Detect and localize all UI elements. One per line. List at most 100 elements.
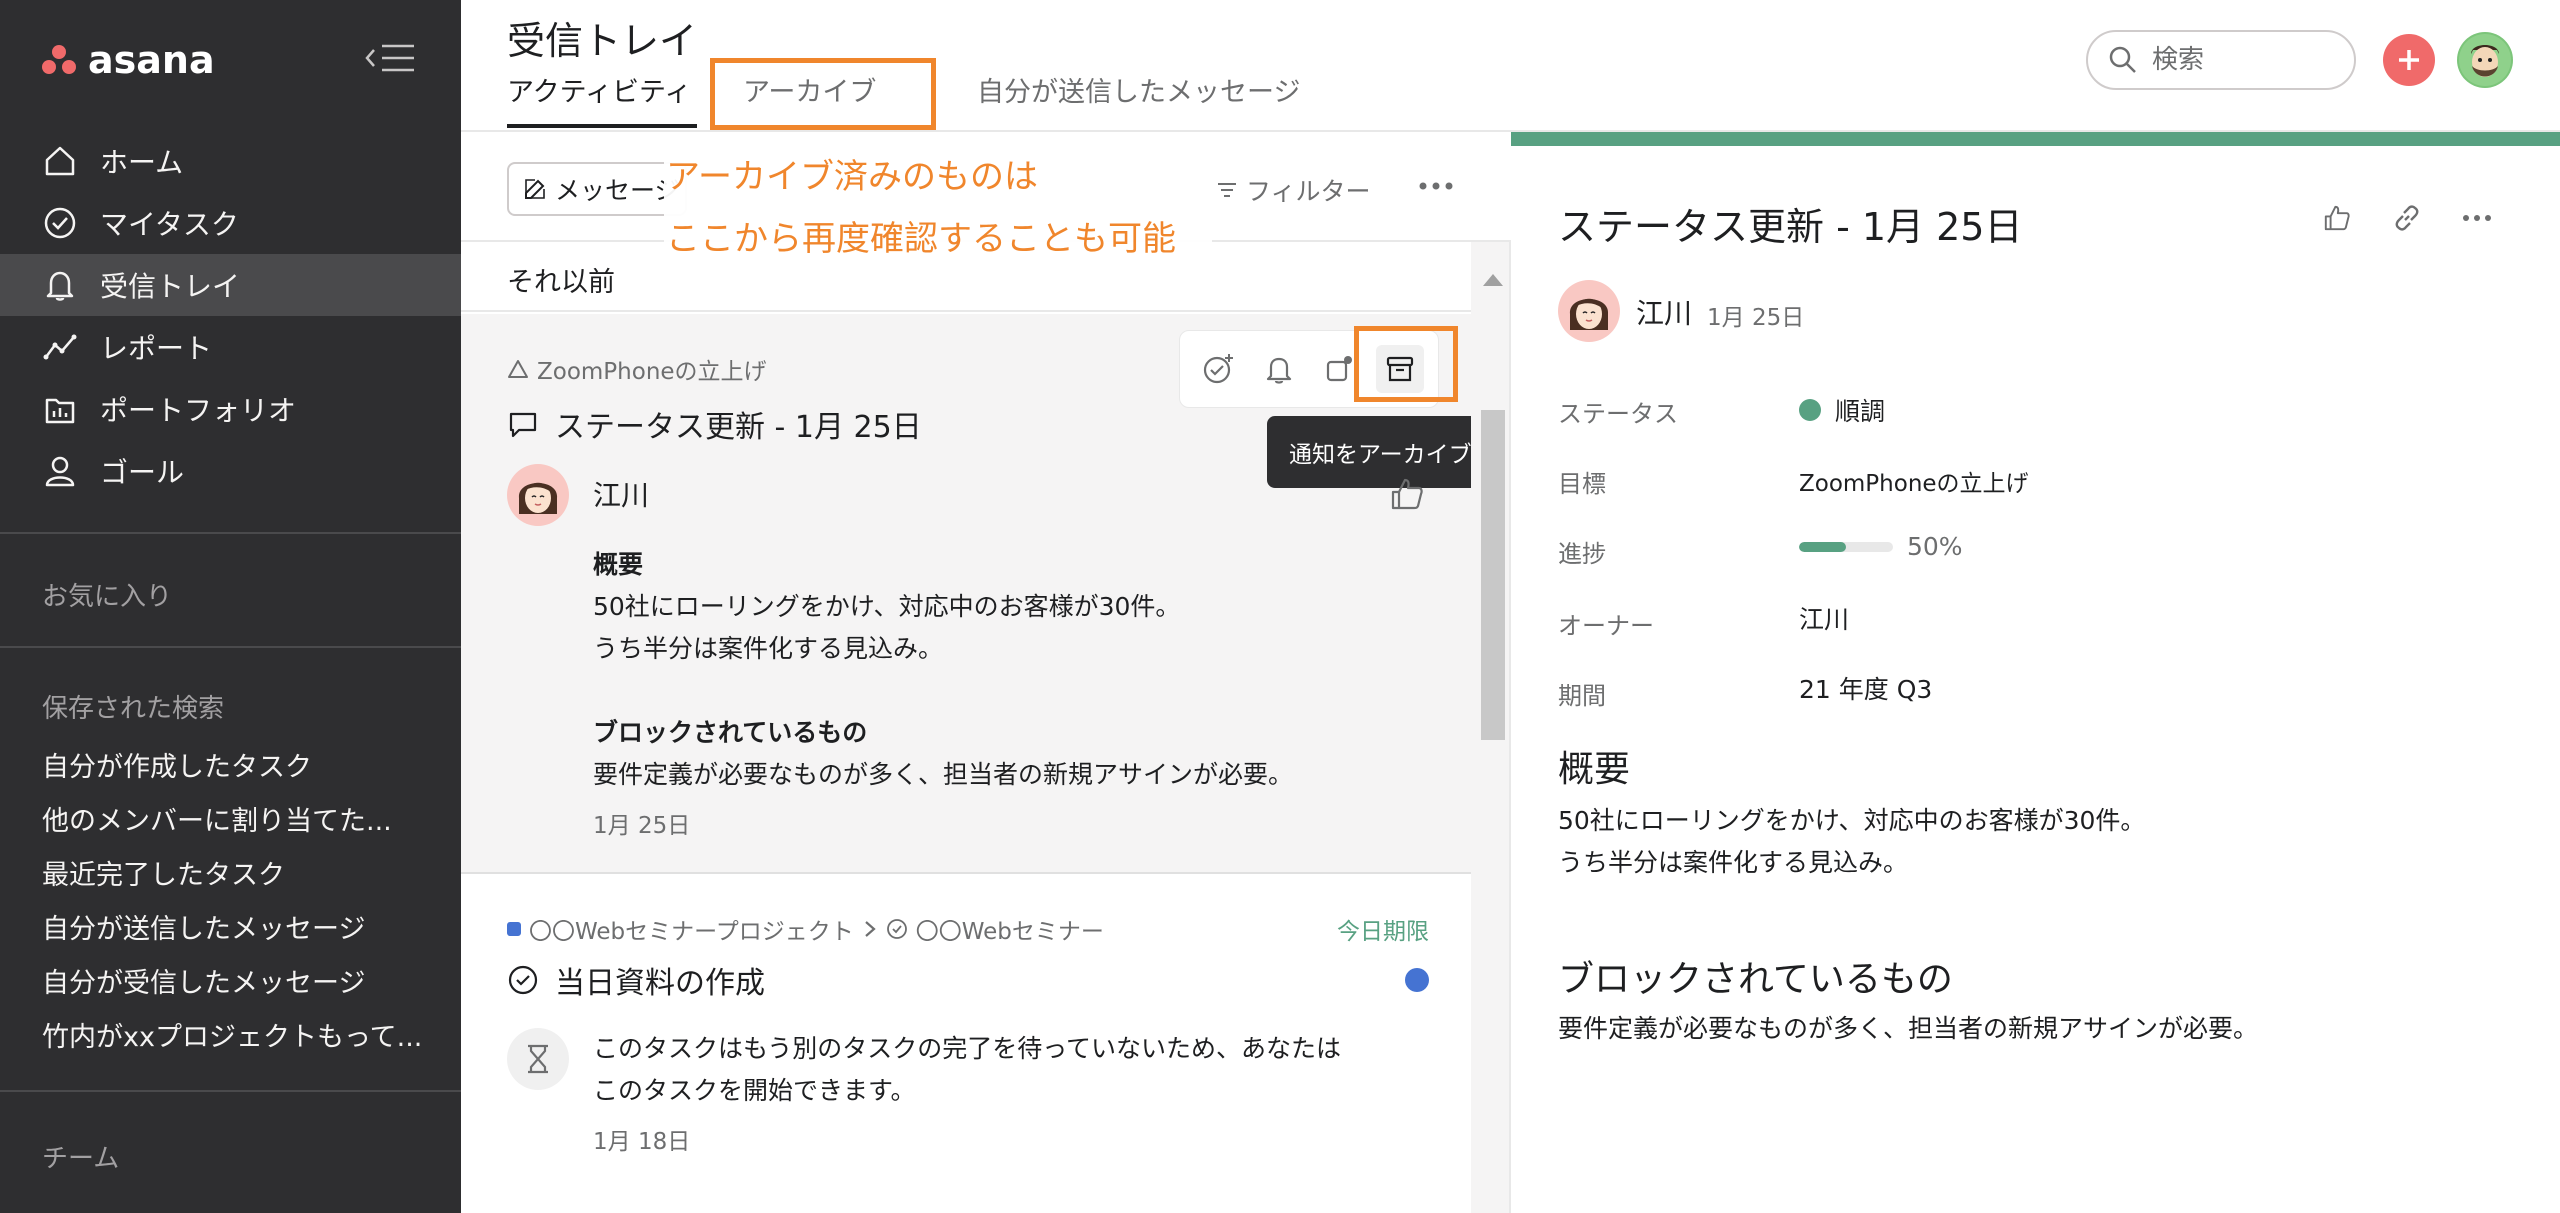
search-input[interactable] — [2152, 45, 2342, 75]
asana-logo-icon — [42, 45, 76, 75]
saved-searches-list: 自分が作成したタスク 他のメンバーに割り当てた... 最近完了したタスク 自分が… — [42, 744, 442, 1068]
favorites-title[interactable]: お気に入り — [42, 576, 172, 613]
project-color-icon — [507, 922, 521, 936]
saved-search-item[interactable]: 最近完了したタスク — [42, 852, 442, 906]
breadcrumb[interactable]: 〇〇Webセミナープロジェクト 〇〇Webセミナー — [507, 912, 1104, 946]
annotation-highlight-archive-button — [1354, 326, 1458, 402]
sidebar-item-label: ホーム — [100, 146, 184, 179]
filter-button[interactable]: フィルター — [1216, 172, 1371, 208]
task-title[interactable]: 当日資料の作成 — [507, 958, 765, 1002]
list-scrollbar[interactable] — [1471, 242, 1511, 1213]
scrollbar-thumb[interactable] — [1481, 410, 1505, 740]
field-value-goal[interactable]: ZoomPhoneの立上げ — [1799, 464, 2029, 498]
progress-bar-fill — [1799, 541, 1846, 552]
breadcrumb-project[interactable]: 〇〇Webセミナープロジェクト — [529, 912, 854, 946]
more-options-icon[interactable] — [2461, 202, 2493, 234]
card-heading-summary: 概要 — [593, 550, 644, 579]
message-button-label: メッセージ — [555, 176, 680, 205]
card-project[interactable]: ZoomPhoneの立上げ — [507, 352, 767, 386]
field-value-period[interactable]: 21 年度 Q3 — [1799, 670, 1932, 706]
annotation-callout: アーカイブ済みのものは ここから再度確認することも可能 — [664, 146, 1212, 270]
author-avatar[interactable] — [507, 464, 569, 526]
user-avatar[interactable] — [2457, 32, 2513, 88]
person-icon — [45, 456, 75, 487]
sidebar-item-my-tasks[interactable]: マイタスク — [0, 192, 461, 254]
mark-complete-icon[interactable] — [1194, 345, 1242, 393]
saved-search-item[interactable]: 自分が送信したメッセージ — [42, 906, 442, 960]
inbox-item-status-update[interactable]: ZoomPhoneの立上げ ステータス更新 - 1月 25日 通知をアーカイブ … — [461, 314, 1541, 874]
card-body: 概要 50社にローリングをかけ、対応中のお客様が30件。 うち半分は案件化する見… — [593, 544, 1433, 796]
summary-line: うち半分は案件化する見込み。 — [1558, 848, 1909, 877]
inbox-list: メッセージ フィルター それ以前 ZoomPhoneの立上げ ステータス更新 -… — [461, 132, 1541, 1213]
search-icon — [2109, 46, 2136, 73]
tab-sent-messages[interactable]: 自分が送信したメッセージ — [977, 70, 1300, 109]
search-box[interactable] — [2086, 30, 2356, 90]
breadcrumb-subproject[interactable]: 〇〇Webセミナー — [916, 912, 1104, 946]
detail-author-date: 1月 25日 — [1707, 305, 1805, 331]
task-body: このタスクはもう別のタスクの完了を待っていないため、あなたは このタスクを開始で… — [593, 1028, 1433, 1112]
scroll-up-icon[interactable] — [1483, 274, 1503, 286]
chart-line-icon — [43, 334, 77, 360]
add-button[interactable] — [2383, 34, 2435, 86]
sidebar-item-label: ポートフォリオ — [100, 394, 297, 427]
plus-icon — [2399, 50, 2419, 70]
check-circle-icon — [44, 207, 76, 239]
collapse-sidebar-icon[interactable] — [364, 40, 416, 76]
field-value-progress: 50% — [1799, 532, 1963, 561]
sidebar-item-home[interactable]: ホーム — [0, 130, 461, 192]
link-icon[interactable] — [2391, 202, 2423, 234]
asana-logo[interactable]: asana — [42, 38, 215, 82]
sidebar-divider — [0, 646, 461, 648]
sidebar-item-portfolios[interactable]: ポートフォリオ — [0, 378, 461, 440]
saved-searches-title[interactable]: 保存された検索 — [42, 688, 224, 725]
field-value-status[interactable]: 順調 — [1799, 392, 1885, 428]
sidebar-item-reports[interactable]: レポート — [0, 316, 461, 378]
status-color-bar — [1511, 132, 2560, 146]
due-label: 今日期限 — [1337, 919, 1429, 945]
task-date: 1月 18日 — [593, 1129, 691, 1155]
detail-author[interactable]: 江川 — [1636, 292, 1692, 332]
progress-value: 50% — [1907, 532, 1963, 561]
team-title[interactable]: チーム — [42, 1138, 119, 1175]
status-value: 順調 — [1835, 397, 1886, 426]
summary-line: 50社にローリングをかけ、対応中のお客様が30件。 — [1558, 806, 2146, 835]
home-icon — [45, 146, 75, 176]
sidebar-item-goals[interactable]: ゴール — [0, 440, 461, 502]
bell-icon[interactable] — [1255, 345, 1303, 393]
message-button[interactable]: メッセージ — [507, 162, 687, 216]
tab-activity[interactable]: アクティビティ — [507, 70, 691, 109]
status-dot-icon — [1799, 399, 1821, 421]
saved-search-item[interactable]: 竹内がxxプロジェクトもって... — [42, 1014, 442, 1068]
more-options-icon[interactable] — [1411, 166, 1461, 206]
task-text: このタスクはもう別のタスクの完了を待っていないため、あなたは — [593, 1034, 1342, 1063]
check-circle-icon[interactable] — [507, 964, 539, 996]
saved-search-item[interactable]: 自分が受信したメッセージ — [42, 960, 442, 1014]
task-text: このタスクを開始できます。 — [593, 1076, 916, 1105]
annotation-line: アーカイブ済みのものは — [666, 157, 1038, 197]
sidebar-item-label: ゴール — [100, 456, 185, 489]
field-label-goal: 目標 — [1558, 470, 1606, 498]
card-text: 要件定義が必要なものが多く、担当者の新規アサインが必要。 — [593, 760, 1294, 789]
field-label-owner: オーナー — [1558, 612, 1654, 640]
filter-icon — [1218, 183, 1236, 197]
card-project-label: ZoomPhoneの立上げ — [537, 359, 767, 385]
saved-search-item[interactable]: 自分が作成したタスク — [42, 744, 442, 798]
blocked-heading: ブロックされているもの — [1558, 959, 1953, 1000]
inbox-item-task[interactable]: 〇〇Webセミナープロジェクト 〇〇Webセミナー 今日期限 当日資料の作成 こ… — [461, 876, 1471, 1213]
sidebar-item-label: マイタスク — [100, 208, 239, 241]
unread-dot[interactable] — [1405, 968, 1429, 992]
card-heading-blocked: ブロックされているもの — [593, 718, 868, 747]
sidebar-nav: ホーム マイタスク 受信トレイ レポート ポートフォリオ ゴール — [0, 130, 461, 502]
card-title[interactable]: ステータス更新 - 1月 25日 — [507, 402, 922, 446]
saved-search-item[interactable]: 他のメンバーに割り当てた... — [42, 798, 442, 852]
sidebar-divider — [0, 1090, 461, 1092]
like-icon[interactable] — [1387, 474, 1427, 514]
sidebar-item-inbox[interactable]: 受信トレイ — [0, 254, 461, 316]
user-avatar-icon — [2459, 34, 2511, 86]
field-value-owner[interactable]: 江川 — [1799, 600, 1849, 636]
card-date: 1月 25日 — [593, 813, 691, 839]
author-name[interactable]: 江川 — [593, 474, 649, 514]
author-avatar[interactable] — [1558, 280, 1620, 342]
like-icon[interactable] — [2321, 202, 2353, 234]
